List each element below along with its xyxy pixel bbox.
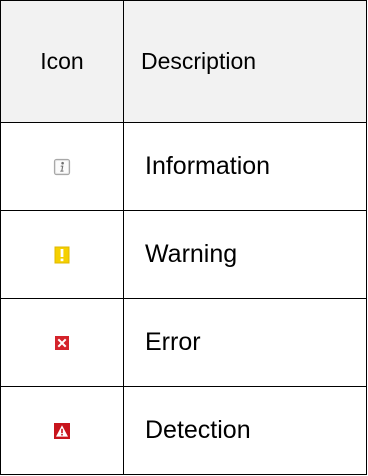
description-column-header: Description [123,0,367,123]
error-icon [54,335,70,351]
detection-icon [53,422,71,440]
description-cell: Information [123,122,367,211]
description-cell: Detection [123,386,367,475]
icon-cell [0,298,124,387]
icon-column-header: Icon [0,0,124,123]
icon-cell [0,210,124,299]
table-header-row: Icon Description [0,0,367,123]
icon-cell [0,386,124,475]
table-row: Detection [0,386,367,475]
icon-cell [0,122,124,211]
table-row: Information [0,122,367,211]
information-icon [53,158,71,176]
description-cell: Error [123,298,367,387]
table-row: Error [0,298,367,387]
warning-icon [54,246,70,264]
description-cell: Warning [123,210,367,299]
icon-legend-table: Icon Description Information Warning Err… [0,0,367,475]
table-row: Warning [0,210,367,299]
